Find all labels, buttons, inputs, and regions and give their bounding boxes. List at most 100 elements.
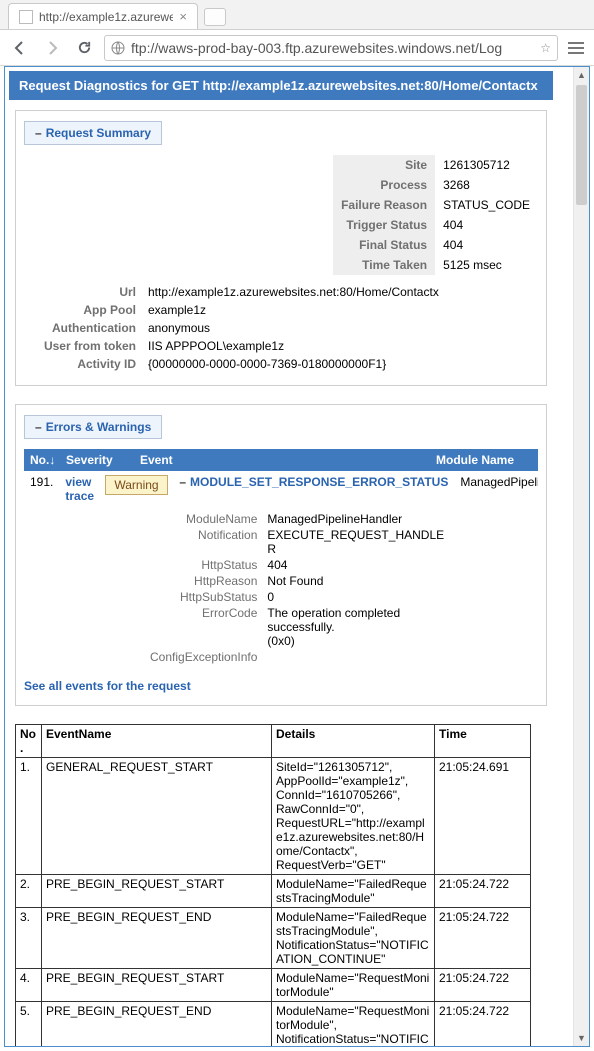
summary-key: Site: [333, 155, 435, 175]
col-no[interactable]: No.↓: [24, 449, 60, 471]
event-details: ModuleName="RequestMonitorModule", Notif…: [272, 1002, 435, 1047]
summary-value: anonymous: [144, 319, 538, 337]
col-eventname: EventName: [42, 725, 272, 758]
event-no: 1.: [16, 758, 42, 875]
detail-key: ErrorCode: [144, 605, 263, 649]
summary-value: http://example1z.azurewebsites.net:80/Ho…: [144, 283, 538, 301]
summary-value: 404: [435, 215, 538, 235]
error-event[interactable]: –MODULE_SET_RESPONSE_ERROR_STATUS: [173, 473, 454, 505]
scroll-up-arrow[interactable]: ▲: [574, 67, 589, 83]
summary-key: Authentication: [24, 319, 144, 337]
scroll-thumb[interactable]: [576, 85, 587, 205]
event-name: GENERAL_REQUEST_START: [42, 758, 272, 875]
vertical-scrollbar[interactable]: ▲ ▼: [573, 67, 589, 1046]
event-time: 21:05:24.691: [435, 758, 531, 875]
url-text: ftp://waws-prod-bay-003.ftp.azurewebsite…: [131, 40, 540, 56]
summary-key: Failure Reason: [333, 195, 435, 215]
detail-key: HttpSubStatus: [144, 589, 263, 605]
view-trace-link[interactable]: view trace: [65, 475, 94, 503]
event-row: 5.PRE_BEGIN_REQUEST_ENDModuleName="Reque…: [16, 1002, 531, 1047]
summary-key: Url: [24, 283, 144, 301]
page-favicon: [19, 10, 33, 24]
detail-key: Notification: [144, 527, 263, 557]
event-name: PRE_BEGIN_REQUEST_START: [42, 875, 272, 908]
summary-value: example1z: [144, 301, 538, 319]
see-all-events-link[interactable]: See all events for the request: [24, 679, 191, 693]
detail-value: 0: [263, 589, 453, 605]
detail-value: 404: [263, 557, 453, 573]
col-severity[interactable]: Severity: [60, 449, 134, 471]
detail-key: ConfigExceptionInfo: [144, 649, 263, 665]
bookmark-star-icon[interactable]: ☆: [540, 41, 551, 55]
summary-value: 5125 msec: [435, 255, 538, 275]
summary-left-table: Urlhttp://example1z.azurewebsites.net:80…: [24, 283, 538, 373]
col-time: Time: [435, 725, 531, 758]
summary-key: App Pool: [24, 301, 144, 319]
summary-key: Activity ID: [24, 355, 144, 373]
event-time: 21:05:24.722: [435, 908, 531, 969]
summary-key: Trigger Status: [333, 215, 435, 235]
event-details: ModuleName="FailedRequestsTracingModule": [272, 875, 435, 908]
address-bar[interactable]: ftp://waws-prod-bay-003.ftp.azurewebsite…: [104, 35, 558, 61]
detail-key: HttpStatus: [144, 557, 263, 573]
event-row: 4.PRE_BEGIN_REQUEST_STARTModuleName="Req…: [16, 969, 531, 1002]
event-details: SiteId="1261305712", AppPoolId="example1…: [272, 758, 435, 875]
error-row: 191. view trace Warning –MODULE_SET_RESP…: [24, 471, 538, 505]
event-details: ModuleName="FailedRequestsTracingModule"…: [272, 908, 435, 969]
tab-title: http://example1z.azurewe: [39, 10, 173, 24]
event-no: 4.: [16, 969, 42, 1002]
browser-toolbar: ftp://waws-prod-bay-003.ftp.azurewebsite…: [0, 30, 594, 66]
detail-value: ManagedPipelineHandler: [263, 511, 453, 527]
event-name: PRE_BEGIN_REQUEST_END: [42, 1002, 272, 1047]
tab-close-button[interactable]: ×: [179, 12, 187, 22]
collapse-icon: –: [35, 126, 42, 140]
summary-value: 404: [435, 235, 538, 255]
detail-value: Not Found: [263, 573, 453, 589]
detail-value: EXECUTE_REQUEST_HANDLER: [263, 527, 453, 557]
page-content-frame: Request Diagnostics for GET http://examp…: [4, 66, 590, 1047]
scroll-down-arrow[interactable]: ▼: [574, 1030, 589, 1046]
request-diagnostics-header: Request Diagnostics for GET http://examp…: [9, 71, 553, 100]
browser-tab[interactable]: http://example1z.azurewe ×: [8, 3, 198, 29]
summary-value: 1261305712: [435, 155, 538, 175]
forward-button[interactable]: [40, 36, 64, 60]
detail-value: The operation completed successfully. (0…: [263, 605, 453, 649]
event-name: PRE_BEGIN_REQUEST_START: [42, 969, 272, 1002]
summary-key: Final Status: [333, 235, 435, 255]
back-button[interactable]: [8, 36, 32, 60]
error-no: 191.: [24, 473, 59, 505]
summary-value: {00000000-0000-0000-7369-0180000000F1}: [144, 355, 538, 373]
summary-right-table: Site1261305712Process3268Failure ReasonS…: [24, 155, 538, 275]
detail-key: HttpReason: [144, 573, 263, 589]
summary-key: Process: [333, 175, 435, 195]
chrome-menu-button[interactable]: [566, 42, 586, 54]
col-event[interactable]: Event: [134, 449, 430, 471]
errors-warnings-panel: –Errors & Warnings No.↓ Severity Event M…: [15, 404, 547, 706]
error-detail: ModuleNameManagedPipelineHandlerNotifica…: [144, 511, 538, 665]
event-no: 5.: [16, 1002, 42, 1047]
reload-button[interactable]: [72, 36, 96, 60]
col-no: No.: [16, 725, 42, 758]
event-no: 2.: [16, 875, 42, 908]
summary-key: Time Taken: [333, 255, 435, 275]
detail-value: [263, 649, 453, 665]
severity-badge: Warning: [105, 475, 167, 495]
col-module[interactable]: Module Name: [430, 449, 538, 471]
event-time: 21:05:24.722: [435, 969, 531, 1002]
event-row: 3.PRE_BEGIN_REQUEST_ENDModuleName="Faile…: [16, 908, 531, 969]
request-summary-toggle[interactable]: –Request Summary: [24, 121, 162, 145]
errors-warnings-toggle[interactable]: –Errors & Warnings: [24, 415, 162, 439]
detail-key: ModuleName: [144, 511, 263, 527]
col-details: Details: [272, 725, 435, 758]
errors-warnings-label: Errors & Warnings: [46, 420, 152, 434]
event-row: 2.PRE_BEGIN_REQUEST_STARTModuleName="Fai…: [16, 875, 531, 908]
summary-value: STATUS_CODE: [435, 195, 538, 215]
summary-value: IIS APPPOOL\example1z: [144, 337, 538, 355]
globe-icon: [111, 41, 125, 55]
request-summary-panel: –Request Summary Site1261305712Process32…: [15, 110, 547, 386]
new-tab-button[interactable]: [204, 8, 226, 26]
errors-table-header: No.↓ Severity Event Module Name: [24, 449, 538, 471]
summary-key: User from token: [24, 337, 144, 355]
event-details: ModuleName="RequestMonitorModule": [272, 969, 435, 1002]
event-time: 21:05:24.722: [435, 1002, 531, 1047]
